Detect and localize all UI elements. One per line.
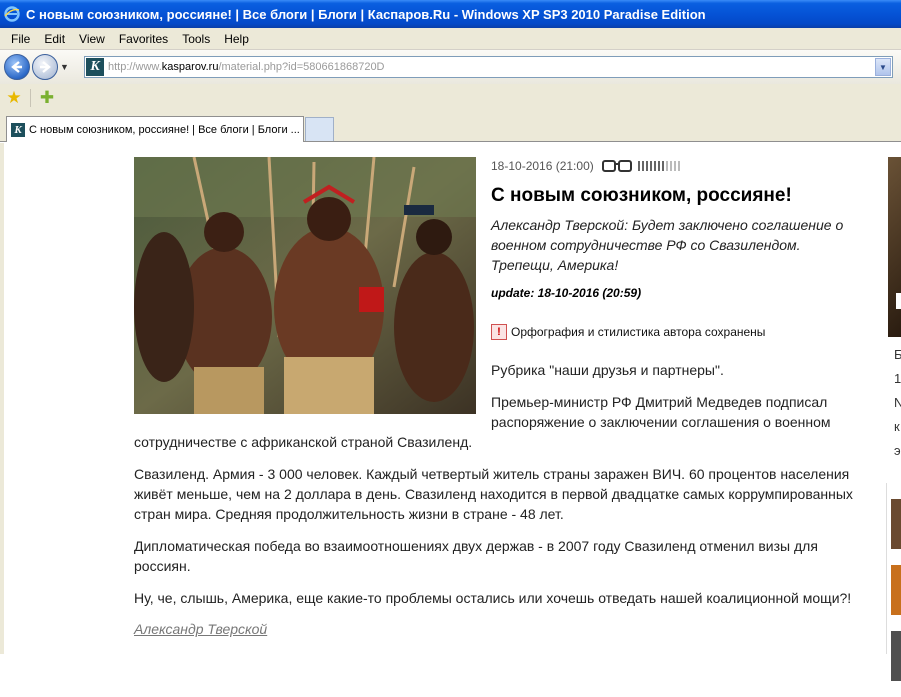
navigation-bar: ▼ K http://www. kasparov.ru/material.php?… [0,50,901,84]
favorites-star-icon[interactable]: ★ [4,88,24,108]
new-tab-button[interactable] [305,117,334,141]
sidebar-thumbnail[interactable] [891,631,901,681]
arrow-right-icon [40,61,51,73]
sidebar-thumbnails [891,499,901,697]
url-path: /material.php?id=580661868720D [218,61,385,73]
author-link[interactable]: Александр Тверской [134,621,267,637]
p1-line-b: распоряжение о заключении соглашения о в… [491,414,831,430]
notice-text: Орфография и стилистика автора сохранены [511,325,766,339]
sidebar-text-clip: Б 1 N к э [894,343,901,463]
sidebar-divider [886,483,887,654]
sidebar-char: Б [894,347,901,362]
kasparov-site-icon: K [86,58,104,76]
kasparov-tab-icon: K [11,122,25,137]
article-body: Рубрика "наши друзья и партнеры". Премье… [134,360,870,620]
menu-tools[interactable]: Tools [175,32,217,46]
article-paragraph-1b: сотрудничестве с африканской страной Сва… [134,434,473,450]
ie-logo-icon [4,6,20,22]
menu-file[interactable]: File [4,32,37,46]
article-rubric: Рубрика "наши друзья и партнеры". [491,362,724,378]
menu-favorites[interactable]: Favorites [112,32,175,46]
warning-icon: ! [491,324,507,340]
article-title: С новым союзником, россияне! [491,185,792,206]
favorites-separator [30,89,31,107]
menu-bar: File Edit View Favorites Tools Help [0,28,901,50]
sidebar-thumbnail[interactable] [891,499,901,549]
tab-current[interactable]: K С новым союзником, россияне! | Все бло… [6,116,304,142]
article-paragraph-4: Ну, че, слышь, Америка, еще какие-то про… [134,590,852,606]
glasses-icon[interactable] [601,160,632,172]
address-bar[interactable]: K http://www. kasparov.ru/material.php?id… [84,56,893,78]
url-prefix: http://www. [108,61,162,73]
sidebar-char: 1 [894,371,901,386]
article-meta: 18-10-2016 (21:00) [491,159,680,173]
window-title: С новым союзником, россияне! | Все блоги… [26,6,706,22]
rating-bars [637,161,680,171]
article-lead: Александр Тверской: Будет заключено согл… [491,217,844,273]
article-paragraph-1a: Премьер-министр РФ Дмитрий Медведев подп… [134,392,870,432]
author-notice: ! Орфография и стилистика автора сохране… [491,324,765,340]
article-update: update: 18-10-2016 (20:59) [491,286,642,300]
article-paragraph-3: Дипломатическая победа во взаимоотношени… [134,538,818,574]
address-dropdown-button[interactable]: ▼ [875,58,891,76]
back-button[interactable] [4,54,30,80]
menu-view[interactable]: View [72,32,112,46]
tab-bar: K С новым союзником, россияне! | Все бло… [0,112,901,142]
favorites-bar: ★ ✚ [0,84,901,112]
menu-edit[interactable]: Edit [37,32,72,46]
history-dropdown-icon[interactable]: ▼ [60,62,72,72]
sidebar-char: к [894,419,900,434]
sidebar-char: э [894,443,901,458]
window-border [0,143,4,654]
arrow-left-icon [11,61,22,73]
sidebar-photo[interactable] [888,157,901,337]
window-titlebar[interactable]: С новым союзником, россияне! | Все блоги… [0,0,901,28]
add-favorite-icon[interactable]: ✚ [37,88,57,108]
sidebar-thumbnail[interactable] [891,565,901,615]
tab-label: С новым союзником, россияне! | Все блоги… [29,123,300,136]
menu-help[interactable]: Help [217,32,256,46]
url-host: kasparov.ru [161,61,219,73]
forward-button[interactable] [32,54,58,80]
article-date: 18-10-2016 (21:00) [491,159,594,173]
article-paragraph-2: Свазиленд. Армия - 3 000 человек. Каждый… [134,466,853,522]
page-content: 18-10-2016 (21:00) С новым союзником, ро… [0,143,901,681]
sidebar-char: N [894,395,901,410]
p1-line-a: Премьер-министр РФ Дмитрий Медведев подп… [491,394,828,410]
sidebar-photo-label [896,293,901,309]
